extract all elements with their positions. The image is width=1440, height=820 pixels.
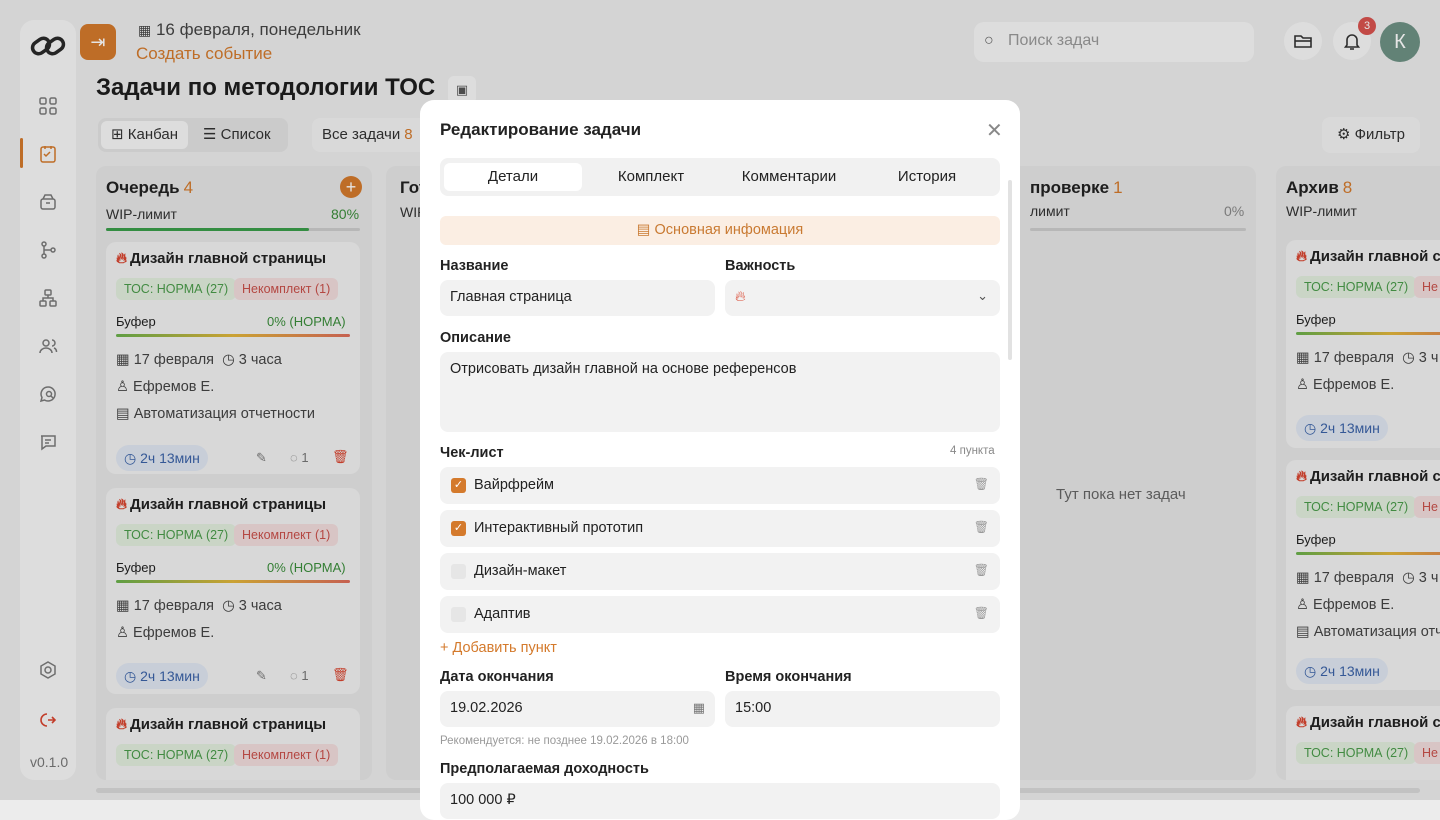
- importance-select[interactable]: 🔥︎ ⌄: [725, 280, 1000, 316]
- checkbox[interactable]: [451, 564, 466, 579]
- description-textarea[interactable]: Отрисовать дизайн главной на основе рефе…: [440, 352, 1000, 432]
- checkbox-checked[interactable]: ✓: [451, 521, 466, 536]
- checklist-label: Чек-лист: [440, 445, 504, 461]
- trash-icon[interactable]: 🗑︎: [974, 606, 989, 620]
- modal-title: Редактирование задачи: [440, 120, 642, 139]
- end-date-label: Дата окончания: [440, 669, 554, 685]
- modal-tabs: Детали Комплект Комментарии История: [440, 158, 1000, 196]
- end-date-input[interactable]: 19.02.2026 ▦: [440, 691, 715, 727]
- checklist-item[interactable]: Дизайн-макет 🗑︎: [440, 553, 1000, 590]
- document-icon: ▤: [636, 222, 651, 238]
- deadline-hint: Рекомендуется: не позднее 19.02.2026 в 1…: [440, 735, 689, 747]
- trash-icon[interactable]: 🗑︎: [974, 563, 989, 577]
- add-item-text: Добавить пункт: [452, 640, 557, 656]
- modal-scrollbar[interactable]: [1008, 180, 1012, 360]
- checklist-item[interactable]: ✓ Вайрфрейм 🗑︎: [440, 467, 1000, 504]
- close-icon[interactable]: ✕: [986, 118, 1003, 143]
- description-label: Описание: [440, 330, 511, 346]
- checklist-item[interactable]: Адаптив 🗑︎: [440, 596, 1000, 633]
- calendar-icon[interactable]: ▦: [693, 700, 705, 716]
- tab-history[interactable]: История: [858, 163, 996, 191]
- tab-comments[interactable]: Комментарии: [720, 163, 858, 191]
- checkbox-checked[interactable]: ✓: [451, 478, 466, 493]
- section-header: ▤ Основная инфомация: [440, 216, 1000, 245]
- plus-icon: +: [440, 640, 449, 656]
- end-time-input[interactable]: 15:00: [725, 691, 1000, 727]
- checklist-item-text: Дизайн-макет: [474, 563, 567, 579]
- trash-icon[interactable]: 🗑︎: [974, 477, 989, 491]
- checkbox[interactable]: [451, 607, 466, 622]
- add-checklist-item-button[interactable]: + Добавить пункт: [440, 640, 557, 656]
- name-label: Название: [440, 258, 509, 274]
- revenue-input[interactable]: 100 000 ₽: [440, 783, 1000, 819]
- section-header-text: Основная инфомация: [654, 222, 804, 238]
- checklist-count: 4 пункта: [950, 445, 995, 457]
- end-time-label: Время окончания: [725, 669, 852, 685]
- name-input[interactable]: Главная страница: [440, 280, 715, 316]
- edit-task-modal: Редактирование задачи ✕ Детали Комплект …: [420, 100, 1020, 820]
- tab-kit[interactable]: Комплект: [582, 163, 720, 191]
- checklist-item-text: Вайрфрейм: [474, 477, 555, 493]
- importance-label: Важность: [725, 258, 796, 274]
- chevron-down-icon: ⌄: [977, 288, 988, 303]
- checklist-item-text: Адаптив: [474, 606, 531, 622]
- end-date-value: 19.02.2026: [450, 700, 523, 716]
- fire-icon: 🔥︎: [735, 289, 746, 305]
- tab-details[interactable]: Детали: [444, 163, 582, 191]
- revenue-label: Предполагаемая доходность: [440, 761, 649, 777]
- checklist-item-text: Интерактивный прототип: [474, 520, 644, 536]
- trash-icon[interactable]: 🗑︎: [974, 520, 989, 534]
- checklist-item[interactable]: ✓ Интерактивный прототип 🗑︎: [440, 510, 1000, 547]
